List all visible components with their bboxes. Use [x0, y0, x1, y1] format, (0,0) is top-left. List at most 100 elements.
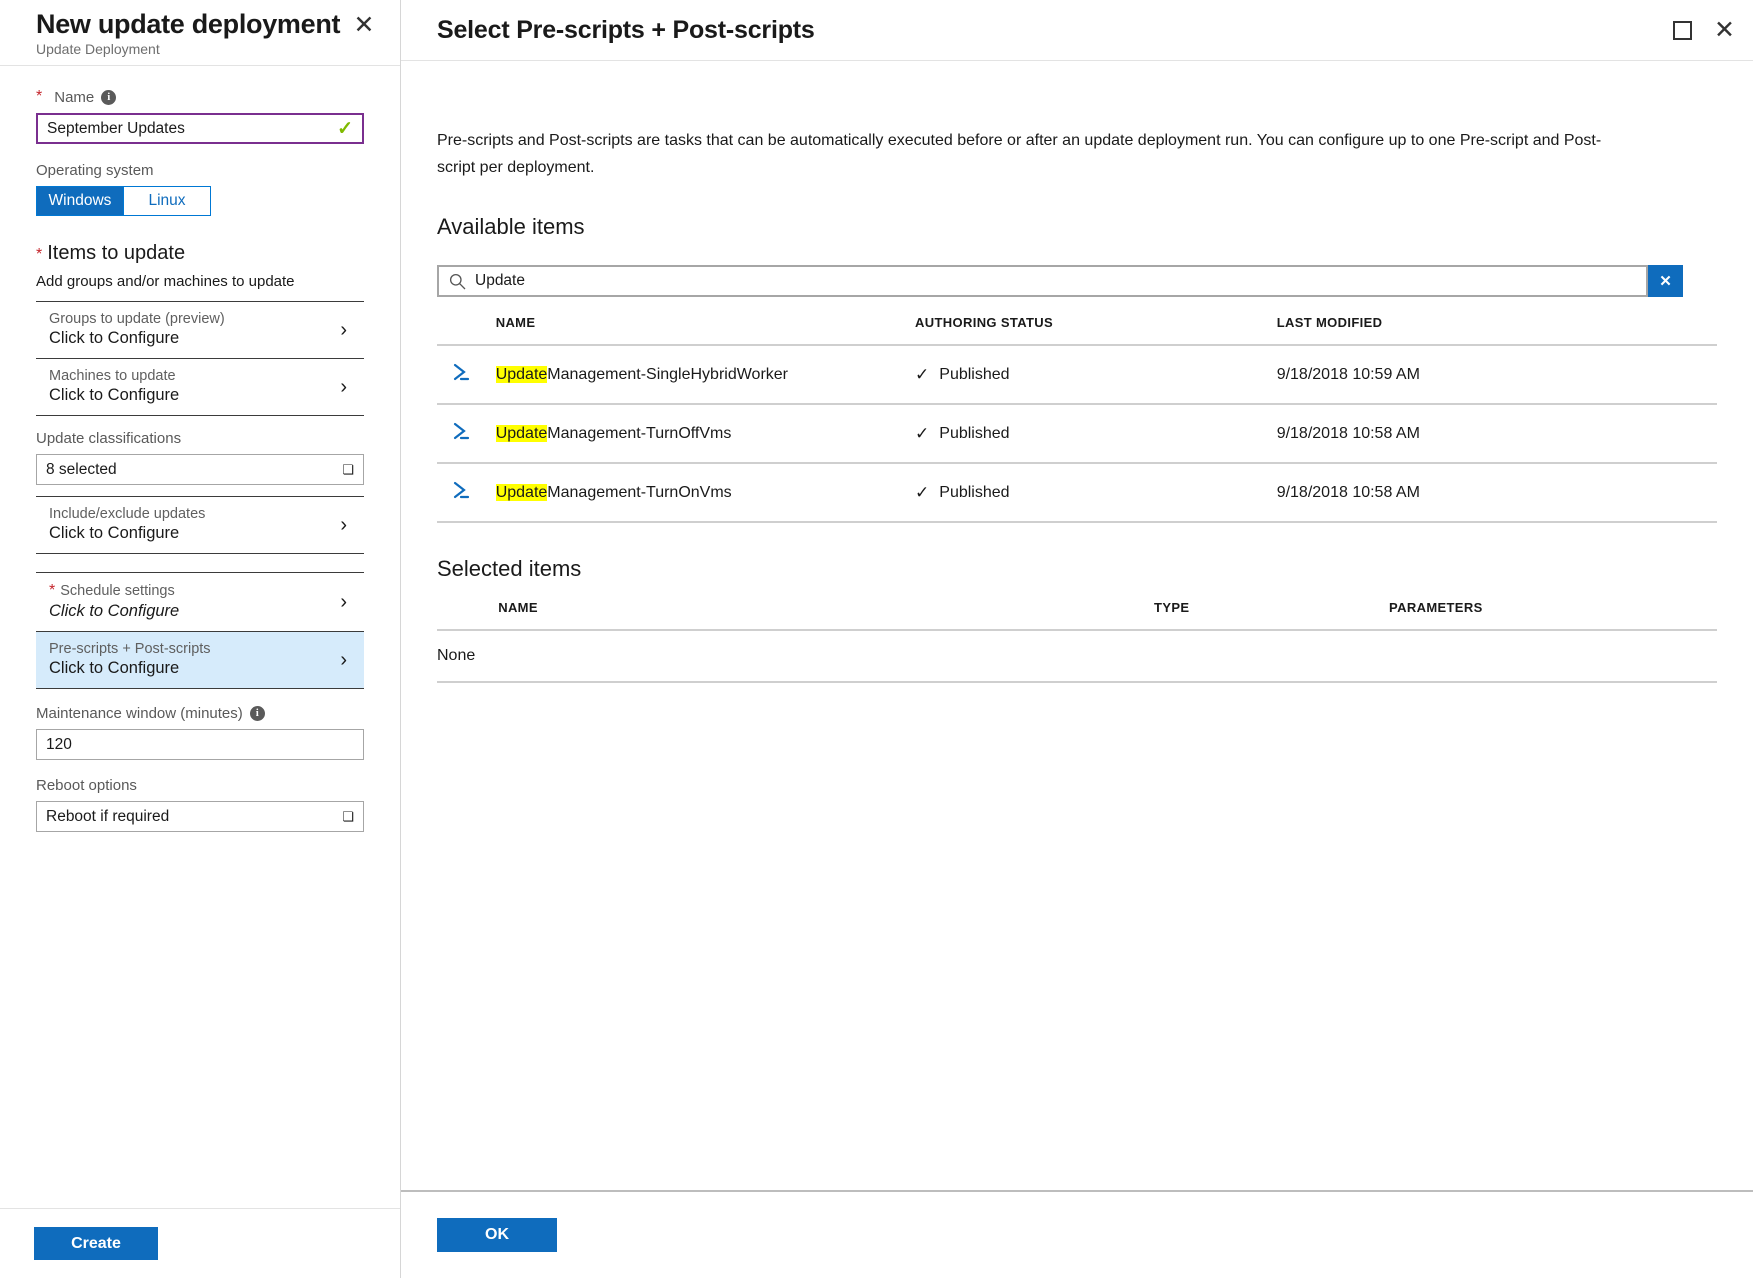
- chevron-down-icon: ❏: [342, 462, 354, 478]
- right-blade-header: Select Pre-scripts + Post-scripts ✕: [401, 0, 1753, 61]
- row-name-cell: UpdateManagement-SingleHybridWorker: [496, 345, 915, 404]
- select-pre-post-scripts-blade: Select Pre-scripts + Post-scripts ✕ Pre-…: [401, 0, 1753, 1278]
- row-status-cell: ✓ Published: [915, 345, 1277, 404]
- reboot-options-select[interactable]: Reboot if required ❏: [36, 801, 364, 832]
- name-rest: Management-TurnOffVms: [547, 425, 731, 442]
- items-to-update-description: Add groups and/or machines to update: [36, 273, 364, 290]
- selected-items-empty-text: None: [437, 630, 498, 682]
- info-icon[interactable]: i: [101, 90, 116, 105]
- checkmark-icon: ✓: [915, 425, 929, 442]
- table-row[interactable]: UpdateManagement-TurnOnVms ✓ Published 9…: [437, 463, 1717, 522]
- chevron-right-icon: ›: [340, 650, 351, 670]
- close-icon: ✕: [1659, 272, 1672, 290]
- sidebar-item-schedule-settings[interactable]: * Schedule settings Click to Configure ›: [36, 573, 364, 631]
- items-to-update-heading: * Items to update: [36, 242, 364, 265]
- close-icon[interactable]: ✕: [1714, 18, 1735, 43]
- column-header-name: NAME: [498, 600, 1154, 630]
- column-header-spacer: [437, 600, 498, 630]
- groups-to-update-value: Click to Configure: [49, 329, 225, 348]
- row-icon-cell: [437, 404, 496, 463]
- update-classifications-label-text: Update classifications: [36, 430, 181, 447]
- close-blade-button[interactable]: ✕: [348, 9, 380, 41]
- left-blade-body: * Name i September Updates ✓ Operating s…: [0, 66, 400, 1208]
- chevron-right-icon: ›: [340, 592, 351, 612]
- create-button[interactable]: Create: [34, 1227, 158, 1260]
- search-row: Update ✕: [437, 265, 1683, 297]
- items-to-update-heading-text: Items to update: [47, 242, 185, 265]
- blade-description: Pre-scripts and Post-scripts are tasks t…: [437, 61, 1615, 181]
- maintenance-window-value: 120: [46, 736, 72, 754]
- machines-to-update-value: Click to Configure: [49, 386, 179, 405]
- search-input[interactable]: Update: [437, 265, 1648, 297]
- selected-items-empty-type: [498, 630, 1154, 682]
- ok-button[interactable]: OK: [437, 1218, 557, 1252]
- column-header-type: TYPE: [1154, 600, 1389, 630]
- os-option-linux[interactable]: Linux: [123, 187, 210, 215]
- required-asterisk: *: [36, 88, 42, 106]
- search-clear-button[interactable]: ✕: [1648, 265, 1683, 297]
- right-blade-body: Pre-scripts and Post-scripts are tasks t…: [401, 61, 1753, 1190]
- chevron-down-icon: ❏: [342, 809, 354, 825]
- schedule-settings-label: * Schedule settings: [49, 582, 179, 600]
- name-input[interactable]: September Updates ✓: [36, 113, 364, 144]
- left-blade-footer: Create: [0, 1208, 400, 1278]
- pre-post-scripts-label: Pre-scripts + Post-scripts: [49, 641, 211, 657]
- column-header-authoring-status: AUTHORING STATUS: [915, 315, 1277, 345]
- operating-system-toggle[interactable]: Windows Linux: [36, 186, 211, 216]
- row-name-cell: UpdateManagement-TurnOffVms: [496, 404, 915, 463]
- selected-items-table: NAME TYPE PARAMETERS None: [437, 600, 1717, 683]
- include-exclude-updates-value: Click to Configure: [49, 524, 205, 543]
- schedule-settings-label-text: Schedule settings: [60, 583, 174, 599]
- include-exclude-updates-label: Include/exclude updates: [49, 506, 205, 522]
- selected-items-empty-params: [1154, 630, 1389, 682]
- groups-to-update-label: Groups to update (preview): [49, 311, 225, 327]
- reboot-options-label: Reboot options: [36, 777, 364, 794]
- table-row: None: [437, 630, 1717, 682]
- sidebar-item-include-exclude-updates[interactable]: Include/exclude updates Click to Configu…: [36, 497, 364, 553]
- powershell-runbook-icon: [437, 361, 473, 383]
- row-icon-cell: [437, 463, 496, 522]
- column-header-name: NAME: [496, 315, 915, 345]
- checkmark-icon: ✓: [915, 366, 929, 383]
- page-title: New update deployment: [36, 8, 400, 40]
- name-input-value: September Updates: [47, 120, 185, 138]
- row-last-modified-cell: 9/18/2018 10:59 AM: [1277, 345, 1717, 404]
- required-asterisk: *: [36, 246, 42, 264]
- machines-to-update-label: Machines to update: [49, 368, 179, 384]
- powershell-runbook-icon: [437, 420, 473, 442]
- selected-items-empty-extra: [1389, 630, 1717, 682]
- sidebar-item-machines-to-update[interactable]: Machines to update Click to Configure ›: [36, 359, 364, 415]
- name-label-text: Name: [54, 89, 94, 106]
- status-badge: Published: [939, 484, 1009, 502]
- os-option-windows[interactable]: Windows: [37, 187, 123, 215]
- reboot-options-label-text: Reboot options: [36, 777, 137, 794]
- table-header-row: NAME TYPE PARAMETERS: [437, 600, 1717, 630]
- info-icon[interactable]: i: [250, 706, 265, 721]
- table-row[interactable]: UpdateManagement-SingleHybridWorker ✓ Pu…: [437, 345, 1717, 404]
- reboot-options-value: Reboot if required: [46, 808, 169, 826]
- available-items-table: NAME AUTHORING STATUS LAST MODIFIED: [437, 315, 1717, 523]
- powershell-runbook-icon: [437, 479, 473, 501]
- maximize-icon[interactable]: [1673, 21, 1692, 40]
- maintenance-window-label: Maintenance window (minutes) i: [36, 705, 364, 722]
- new-update-deployment-blade: New update deployment Update Deployment …: [0, 0, 401, 1278]
- update-classifications-label: Update classifications: [36, 430, 364, 447]
- available-items-heading: Available items: [437, 214, 1717, 240]
- update-classifications-value: 8 selected: [46, 461, 117, 479]
- close-icon: ✕: [354, 13, 375, 38]
- pre-post-scripts-value: Click to Configure: [49, 659, 211, 678]
- table-row[interactable]: UpdateManagement-TurnOffVms ✓ Published …: [437, 404, 1717, 463]
- status-badge: Published: [939, 366, 1009, 384]
- search-icon: [449, 273, 466, 290]
- schedule-settings-value: Click to Configure: [49, 602, 179, 621]
- chevron-right-icon: ›: [340, 515, 351, 535]
- sidebar-item-groups-to-update[interactable]: Groups to update (preview) Click to Conf…: [36, 302, 364, 358]
- sidebar-item-pre-post-scripts[interactable]: Pre-scripts + Post-scripts Click to Conf…: [36, 632, 364, 688]
- column-header-parameters: PARAMETERS: [1389, 600, 1717, 630]
- row-last-modified-cell: 9/18/2018 10:58 AM: [1277, 404, 1717, 463]
- update-classifications-select[interactable]: 8 selected ❏: [36, 454, 364, 485]
- maintenance-window-input[interactable]: 120: [36, 729, 364, 760]
- row-status-cell: ✓ Published: [915, 404, 1277, 463]
- operating-system-label-text: Operating system: [36, 162, 154, 179]
- highlighted-term: Update: [496, 366, 548, 383]
